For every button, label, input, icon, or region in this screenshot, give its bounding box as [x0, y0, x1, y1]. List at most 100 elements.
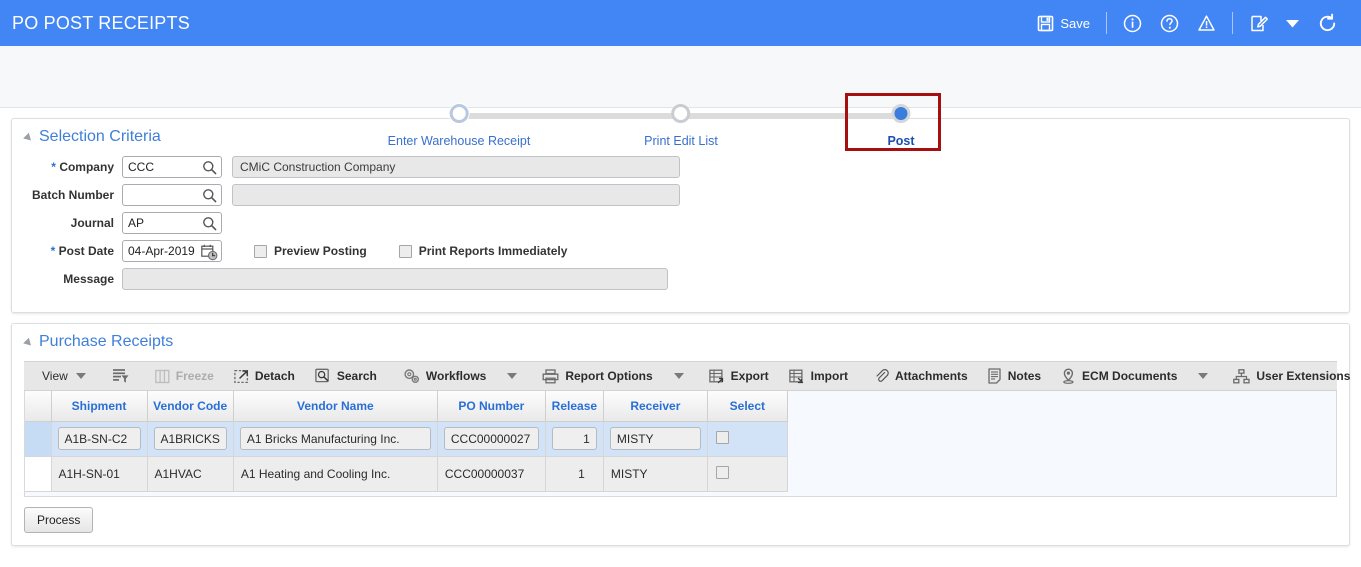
purchase-receipts-grid: Shipment Vendor Code Vendor Name PO Numb… — [24, 391, 1337, 497]
journal-label: Journal — [70, 216, 114, 230]
company-description: CMiC Construction Company — [232, 156, 680, 178]
collapse-triangle-icon[interactable] — [23, 337, 34, 349]
post-date-label-text: Post Date — [58, 244, 114, 258]
table-row[interactable]: A1B-SN-C2 A1BRICKS A1 Bricks Manufacturi… — [25, 421, 788, 457]
info-button[interactable] — [1114, 10, 1151, 37]
field-row-message: Message — [12, 268, 1349, 290]
train-stop-label: Post — [887, 134, 915, 148]
notes-button[interactable]: Notes — [978, 361, 1051, 391]
cell-select[interactable] — [707, 456, 788, 492]
select-checkbox[interactable] — [715, 465, 729, 479]
search-button[interactable]: Search — [305, 361, 387, 391]
floppy-disk-icon — [1037, 15, 1054, 32]
edit-note-dropdown[interactable] — [1277, 15, 1308, 32]
preview-posting-label: Preview Posting — [274, 244, 367, 258]
cell-vendor-code[interactable]: A1BRICKS — [147, 421, 234, 457]
search-icon[interactable] — [202, 188, 217, 203]
report-options-dropdown[interactable] — [663, 361, 693, 391]
cell-release[interactable]: 1 — [545, 456, 604, 492]
detach-button[interactable]: Detach — [224, 361, 305, 391]
cell-release[interactable]: 1 — [545, 421, 604, 457]
receiver-value[interactable]: MISTY — [609, 427, 701, 450]
vendor-code-value[interactable]: A1BRICKS — [153, 427, 227, 450]
train-stop-enter-warehouse-receipt[interactable]: Enter Warehouse Receipt — [388, 104, 530, 148]
calendar-icon[interactable] — [201, 244, 218, 261]
shipment-value[interactable]: A1B-SN-C2 — [57, 427, 141, 450]
company-input[interactable] — [123, 160, 195, 174]
train-stop-print-edit-list[interactable]: Print Edit List — [644, 104, 718, 148]
save-button[interactable]: Save — [1028, 11, 1099, 36]
cell-vendor-code[interactable]: A1HVAC — [147, 456, 234, 492]
column-header-vendor-name[interactable]: Vendor Name — [233, 391, 438, 422]
column-header-shipment[interactable]: Shipment — [51, 391, 148, 422]
cell-receiver[interactable]: MISTY — [603, 456, 708, 492]
freeze-columns-icon — [154, 369, 170, 384]
report-options-button[interactable]: Report Options — [532, 361, 662, 391]
attachments-button[interactable]: Attachments — [864, 361, 978, 391]
import-grid-icon — [788, 369, 805, 384]
column-header-select[interactable]: Select — [707, 391, 788, 422]
grid-toolbar: View Freeze Detach Search Workflows Repo… — [24, 361, 1350, 391]
post-date-field[interactable] — [122, 240, 222, 262]
print-reports-immediately-checkbox-wrap[interactable]: Print Reports Immediately — [398, 244, 567, 258]
vendor-name-value: A1 Heating and Cooling Inc. — [240, 466, 391, 481]
column-header-release[interactable]: Release — [545, 391, 604, 422]
batch-number-lov[interactable] — [122, 184, 222, 206]
search-icon[interactable] — [202, 160, 217, 175]
cell-po-number[interactable]: CCC00000027 — [437, 421, 546, 457]
search-icon[interactable] — [202, 216, 217, 231]
refresh-button[interactable] — [1308, 9, 1347, 38]
export-grid-icon — [708, 369, 725, 384]
ecm-documents-dropdown[interactable] — [1187, 361, 1217, 391]
view-menu-button[interactable]: View — [32, 361, 96, 391]
field-row-company: * Company CMiC Construction Company — [12, 156, 1349, 178]
header-divider-1 — [1106, 12, 1107, 34]
preview-posting-checkbox[interactable] — [254, 244, 267, 258]
purchase-receipts-header[interactable]: Purchase Receipts — [12, 324, 1349, 355]
journal-input[interactable] — [123, 216, 195, 230]
train-stop-post[interactable]: Post — [887, 104, 915, 148]
row-selector-cell[interactable] — [25, 456, 52, 492]
warning-button[interactable] — [1188, 10, 1225, 37]
search-label: Search — [336, 369, 377, 383]
column-header-vendor-code[interactable]: Vendor Code — [147, 391, 234, 422]
po-number-value[interactable]: CCC00000027 — [443, 427, 539, 450]
cell-shipment[interactable]: A1H-SN-01 — [51, 456, 148, 492]
batch-number-input[interactable] — [123, 188, 195, 202]
table-header-row: Shipment Vendor Code Vendor Name PO Numb… — [25, 391, 788, 422]
row-selector-cell[interactable] — [25, 421, 52, 457]
journal-lov[interactable] — [122, 212, 222, 234]
print-reports-immediately-checkbox[interactable] — [398, 244, 412, 258]
workflows-button[interactable]: Workflows — [393, 361, 496, 391]
vendor-name-value[interactable]: A1 Bricks Manufacturing Inc. — [239, 427, 431, 450]
process-button[interactable]: Process — [24, 507, 94, 533]
ecm-documents-button[interactable]: ECM Documents — [1051, 361, 1187, 391]
preview-posting-checkbox-wrap[interactable]: Preview Posting — [254, 244, 367, 258]
workflows-dropdown[interactable] — [496, 361, 526, 391]
help-button[interactable] — [1151, 10, 1188, 37]
vendor-code-value: A1HVAC — [154, 466, 202, 481]
cell-select[interactable] — [707, 421, 788, 457]
company-label-text: Company — [59, 160, 114, 174]
freeze-button: Freeze — [145, 361, 224, 391]
edit-note-button[interactable] — [1240, 10, 1277, 37]
post-date-input[interactable] — [123, 244, 201, 258]
help-circle-icon — [1160, 14, 1179, 33]
column-header-receiver[interactable]: Receiver — [603, 391, 708, 422]
cell-receiver[interactable]: MISTY — [603, 421, 708, 457]
cell-po-number[interactable]: CCC00000037 — [437, 456, 546, 492]
cell-vendor-name[interactable]: A1 Heating and Cooling Inc. — [233, 456, 438, 492]
chevron-down-icon — [673, 373, 684, 379]
cell-vendor-name[interactable]: A1 Bricks Manufacturing Inc. — [233, 421, 438, 457]
column-header-po-number[interactable]: PO Number — [437, 391, 546, 422]
table-row[interactable]: A1H-SN-01 A1HVAC A1 Heating and Cooling … — [25, 456, 788, 492]
select-checkbox[interactable] — [715, 430, 729, 444]
query-filter-button[interactable] — [102, 361, 139, 391]
release-value[interactable]: 1 — [551, 427, 597, 450]
user-extensions-button[interactable]: User Extensions — [1223, 361, 1360, 391]
collapse-triangle-icon[interactable] — [23, 132, 34, 144]
import-button[interactable]: Import — [779, 361, 858, 391]
company-lov[interactable] — [122, 156, 222, 178]
export-button[interactable]: Export — [699, 361, 779, 391]
cell-shipment[interactable]: A1B-SN-C2 — [51, 421, 148, 457]
